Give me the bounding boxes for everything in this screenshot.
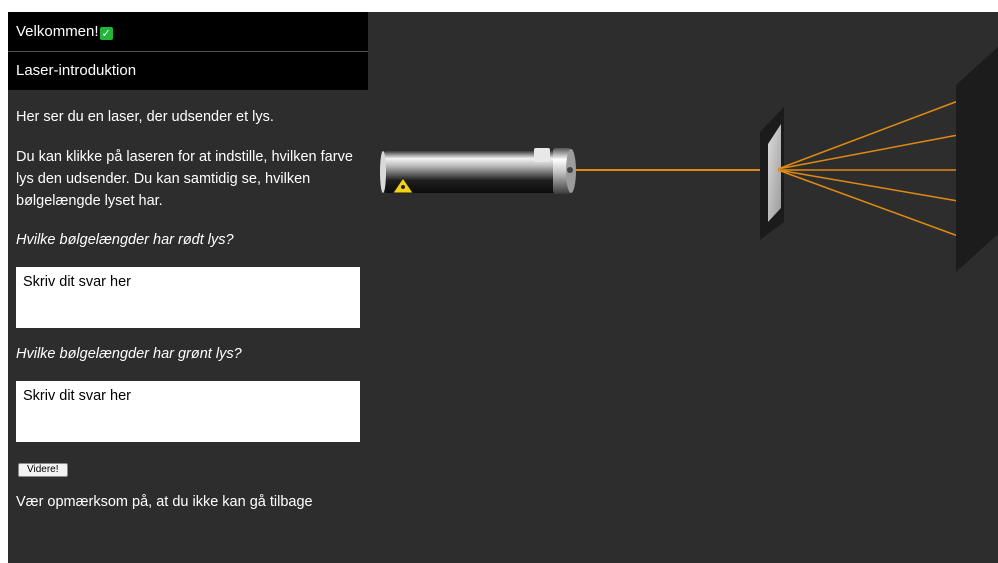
- section-title: Laser-introduktion: [16, 62, 137, 79]
- diffracted-rays: [777, 100, 959, 237]
- projection-screen: [956, 47, 998, 272]
- question-green-light: Hvilke bølgelængder har grønt lys?: [16, 346, 242, 362]
- question-red-light: Hvilke bølgelængder har rødt lys?: [16, 232, 234, 248]
- laser-device[interactable]: [380, 148, 576, 194]
- intro-text: Her ser du en laser, der udsender et lys…: [16, 109, 274, 125]
- laser-simulation: [380, 47, 998, 272]
- check-mark-icon: ✓: [99, 27, 113, 40]
- diffraction-grating: [760, 107, 784, 240]
- answer-green-input[interactable]: [16, 381, 360, 442]
- app-window: Velkommen! ✓ Laser-introduktion Her ser d…: [8, 12, 998, 563]
- welcome-header: Velkommen! ✓: [8, 12, 368, 52]
- answer-red-input[interactable]: [16, 267, 360, 328]
- sidebar: Velkommen! ✓ Laser-introduktion Her ser d…: [8, 12, 368, 563]
- next-button[interactable]: Videre!: [18, 463, 68, 477]
- welcome-title: Velkommen!: [16, 23, 99, 40]
- instruction-text: Du kan klikke på laseren for at indstill…: [16, 149, 353, 209]
- warning-text: Vær opmærksom på, at du ikke kan gå tilb…: [16, 494, 313, 510]
- section-header: Laser-introduktion: [8, 52, 368, 90]
